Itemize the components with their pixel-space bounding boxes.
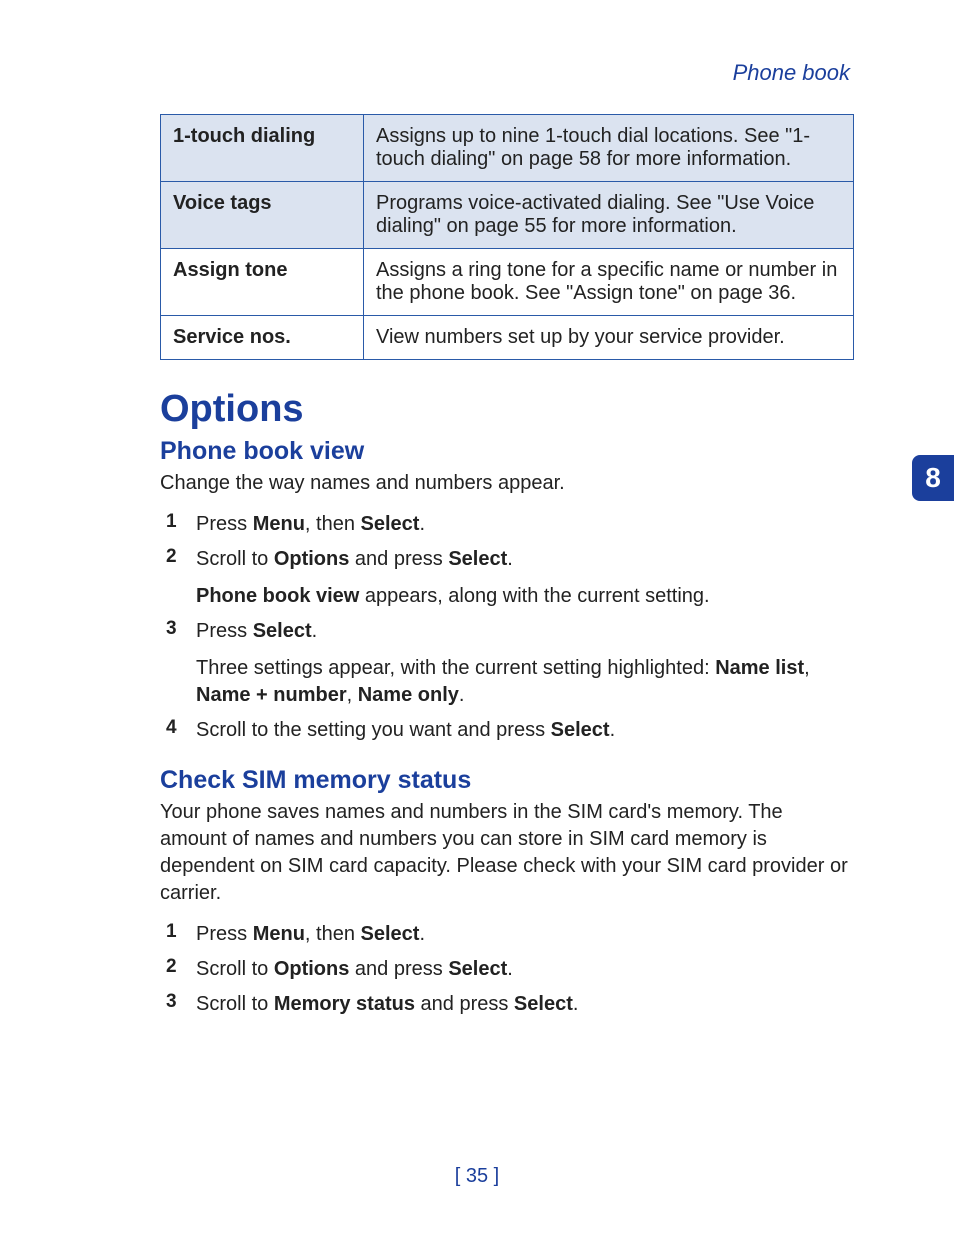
step-number: 2 bbox=[160, 956, 196, 978]
step-number: 1 bbox=[160, 511, 196, 533]
step-text: Scroll to Options and press Select.Phone… bbox=[196, 546, 854, 610]
table-row: Service nos.View numbers set up by your … bbox=[161, 316, 854, 360]
step-number: 4 bbox=[160, 717, 196, 739]
step-subtext: Phone book view appears, along with the … bbox=[196, 583, 854, 610]
table-row: 1-touch dialingAssigns up to nine 1-touc… bbox=[161, 115, 854, 182]
check-sim-intro: Your phone saves names and numbers in th… bbox=[160, 799, 854, 907]
table-cell-label: 1-touch dialing bbox=[161, 115, 364, 182]
step: 4Scroll to the setting you want and pres… bbox=[160, 717, 854, 744]
table-cell-desc: Assigns a ring tone for a specific name … bbox=[364, 249, 854, 316]
step: 3Scroll to Memory status and press Selec… bbox=[160, 991, 854, 1018]
table-row: Assign toneAssigns a ring tone for a spe… bbox=[161, 249, 854, 316]
feature-table: 1-touch dialingAssigns up to nine 1-touc… bbox=[160, 114, 854, 360]
phone-book-view-steps: 1Press Menu, then Select.2Scroll to Opti… bbox=[160, 511, 854, 744]
phone-book-view-heading: Phone book view bbox=[160, 437, 854, 466]
table-cell-label: Assign tone bbox=[161, 249, 364, 316]
chapter-tab: 8 bbox=[912, 455, 954, 501]
check-sim-heading: Check SIM memory status bbox=[160, 766, 854, 795]
table-cell-desc: Programs voice-activated dialing. See "U… bbox=[364, 182, 854, 249]
step-text: Press Menu, then Select. bbox=[196, 921, 854, 948]
options-heading: Options bbox=[160, 388, 854, 431]
table-cell-label: Service nos. bbox=[161, 316, 364, 360]
step-text: Scroll to Memory status and press Select… bbox=[196, 991, 854, 1018]
step-subtext: Three settings appear, with the current … bbox=[196, 655, 854, 709]
header-title: Phone book bbox=[160, 60, 850, 86]
step-text: Press Menu, then Select. bbox=[196, 511, 854, 538]
table-cell-desc: View numbers set up by your service prov… bbox=[364, 316, 854, 360]
table-row: Voice tagsPrograms voice-activated diali… bbox=[161, 182, 854, 249]
step-text: Scroll to Options and press Select. bbox=[196, 956, 854, 983]
table-cell-label: Voice tags bbox=[161, 182, 364, 249]
step-number: 3 bbox=[160, 618, 196, 640]
table-cell-desc: Assigns up to nine 1-touch dial location… bbox=[364, 115, 854, 182]
check-sim-steps: 1Press Menu, then Select.2Scroll to Opti… bbox=[160, 921, 854, 1018]
page-container: Phone book 1-touch dialingAssigns up to … bbox=[0, 0, 954, 1248]
step: 1Press Menu, then Select. bbox=[160, 511, 854, 538]
step-number: 1 bbox=[160, 921, 196, 943]
page-number: [ 35 ] bbox=[0, 1165, 954, 1188]
step-number: 2 bbox=[160, 546, 196, 568]
step: 2Scroll to Options and press Select. bbox=[160, 956, 854, 983]
step-number: 3 bbox=[160, 991, 196, 1013]
step-text: Press Select.Three settings appear, with… bbox=[196, 618, 854, 709]
step: 1Press Menu, then Select. bbox=[160, 921, 854, 948]
step-text: Scroll to the setting you want and press… bbox=[196, 717, 854, 744]
feature-table-body: 1-touch dialingAssigns up to nine 1-touc… bbox=[161, 115, 854, 360]
step: 3Press Select.Three settings appear, wit… bbox=[160, 618, 854, 709]
phone-book-view-intro: Change the way names and numbers appear. bbox=[160, 470, 854, 497]
step: 2Scroll to Options and press Select.Phon… bbox=[160, 546, 854, 610]
